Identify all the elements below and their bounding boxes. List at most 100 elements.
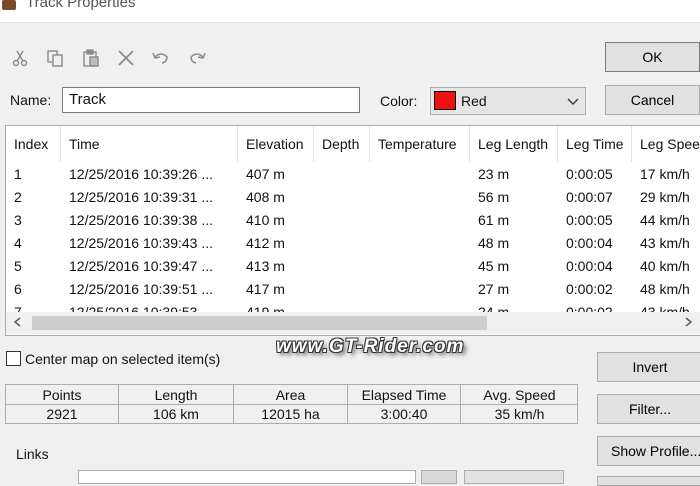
- table-row[interactable]: 4 12/25/2016 10:39:43 ... 412 m 48 m 0:00:04…: [6, 232, 700, 255]
- cut-icon[interactable]: [8, 46, 32, 70]
- stat-header: Points: [6, 385, 118, 405]
- table-header: Index Time Elevation Depth Temperature Leg Le…: [6, 126, 700, 162]
- stat-column: Area 12015 ha: [234, 385, 348, 423]
- column-header[interactable]: Temperature: [370, 126, 470, 162]
- chevron-down-icon: [567, 98, 579, 105]
- table-cell: 17 km/h: [640, 166, 690, 182]
- table-cell: 48 m: [478, 235, 510, 251]
- horizontal-scrollbar[interactable]: [6, 312, 700, 334]
- table-cell: 44 km/h: [640, 212, 690, 228]
- show-profile-button[interactable]: Show Profile...: [597, 436, 700, 466]
- table-row[interactable]: 1 12/25/2016 10:39:26 ... 407 m 23 m 0:00:05…: [6, 163, 700, 186]
- stat-header: Length: [119, 385, 233, 405]
- name-label: Name:: [10, 92, 52, 108]
- stat-column: Avg. Speed 35 km/h: [461, 385, 578, 423]
- table-cell: 6: [14, 281, 22, 297]
- table-cell: 45 m: [478, 258, 510, 274]
- table-cell: [314, 255, 370, 278]
- delete-icon[interactable]: [114, 46, 138, 70]
- table-cell: 2: [14, 189, 22, 205]
- table-cell: 12/25/2016 10:39:47 ...: [69, 258, 214, 274]
- table-cell: 0:00:05: [566, 166, 613, 182]
- table-cell: 12/25/2016 10:39:38 ...: [69, 212, 214, 228]
- table-cell: 4: [14, 235, 22, 251]
- table-row[interactable]: 5 12/25/2016 10:39:47 ... 413 m 45 m 0:00:04…: [6, 255, 700, 278]
- center-map-checkbox[interactable]: [6, 351, 21, 366]
- stat-value: 106 km: [153, 406, 199, 422]
- table-cell: 410 m: [246, 212, 285, 228]
- table-row[interactable]: 2 12/25/2016 10:39:31 ... 408 m 56 m 0:00:07…: [6, 186, 700, 209]
- app-icon: [2, 0, 16, 10]
- table-row[interactable]: 6 12/25/2016 10:39:51 ... 417 m 27 m 0:00:02…: [6, 278, 700, 301]
- scroll-left-icon[interactable]: [12, 316, 24, 328]
- track-points-table[interactable]: Index Time Elevation Depth Temperature Leg Le…: [5, 125, 700, 336]
- table-row[interactable]: 3 12/25/2016 10:39:38 ... 410 m 61 m 0:00:05…: [6, 209, 700, 232]
- links-field[interactable]: [78, 470, 416, 484]
- table-cell: [370, 209, 470, 232]
- stat-header: Area: [234, 385, 347, 405]
- table-cell: [370, 278, 470, 301]
- stat-column: Elapsed Time 3:00:40: [348, 385, 461, 423]
- table-cell: 61 m: [478, 212, 510, 228]
- table-cell: 417 m: [246, 281, 285, 297]
- paste-icon[interactable]: [79, 46, 103, 70]
- track-statistics: Points 2921 Length 106 km Area 12015 ha Elapse…: [5, 384, 578, 424]
- ok-button[interactable]: OK: [605, 42, 700, 72]
- window-title: Track Properties: [26, 0, 136, 11]
- table-cell: 27 m: [478, 281, 510, 297]
- column-header[interactable]: Elevation: [238, 126, 314, 162]
- table-cell: [314, 278, 370, 301]
- table-cell: 12/25/2016 10:39:26 ...: [69, 166, 214, 182]
- column-header[interactable]: Leg Speed: [632, 126, 700, 162]
- scroll-right-icon[interactable]: [682, 316, 694, 328]
- table-cell: 0:00:04: [566, 235, 613, 251]
- redo-icon[interactable]: [185, 46, 209, 70]
- table-cell: [370, 232, 470, 255]
- extra-button[interactable]: [597, 476, 700, 486]
- table-cell: 413 m: [246, 258, 285, 274]
- column-header[interactable]: Leg Length: [470, 126, 558, 162]
- table-cell: 48 km/h: [640, 281, 690, 297]
- table-cell: 56 m: [478, 189, 510, 205]
- undo-icon[interactable]: [149, 46, 173, 70]
- color-select[interactable]: Red: [430, 87, 586, 115]
- table-cell: [314, 186, 370, 209]
- color-label: Color:: [380, 93, 418, 109]
- table-cell: 29 km/h: [640, 189, 690, 205]
- table-cell: 1: [14, 166, 22, 182]
- links-label: Links: [16, 446, 49, 462]
- table-cell: 3: [14, 212, 22, 228]
- stat-value: 12015 ha: [261, 406, 320, 422]
- column-header[interactable]: Time: [61, 126, 238, 162]
- table-cell: 12/25/2016 10:39:51 ...: [69, 281, 214, 297]
- table-cell: 0:00:04: [566, 258, 613, 274]
- table-cell: [314, 163, 370, 186]
- filter-button[interactable]: Filter...: [597, 394, 700, 424]
- table-cell: 0:00:05: [566, 212, 613, 228]
- scrollbar-thumb[interactable]: [32, 316, 487, 330]
- table-cell: 40 km/h: [640, 258, 690, 274]
- table-cell: 23 m: [478, 166, 510, 182]
- links-small-button[interactable]: [421, 470, 457, 484]
- column-header[interactable]: Depth: [314, 126, 370, 162]
- copy-icon[interactable]: [43, 46, 67, 70]
- table-cell: 412 m: [246, 235, 285, 251]
- center-map-label: Center map on selected item(s): [25, 351, 221, 367]
- table-cell: [370, 186, 470, 209]
- table-cell: [370, 163, 470, 186]
- watermark-text: www.GT-Rider.com: [276, 336, 465, 357]
- stat-value: 35 km/h: [494, 406, 545, 422]
- invert-button[interactable]: Invert: [597, 352, 700, 382]
- links-wide-button[interactable]: [464, 470, 564, 484]
- stat-header: Elapsed Time: [348, 385, 460, 405]
- color-select-value: Red: [461, 93, 487, 109]
- table-cell: 12/25/2016 10:39:31 ...: [69, 189, 214, 205]
- name-field[interactable]: Track: [62, 87, 360, 113]
- table-cell: 5: [14, 258, 22, 274]
- table-cell: 407 m: [246, 166, 285, 182]
- column-header[interactable]: Index: [6, 126, 61, 162]
- stat-value: 3:00:40: [380, 406, 428, 422]
- table-cell: [370, 255, 470, 278]
- column-header[interactable]: Leg Time: [558, 126, 632, 162]
- cancel-button[interactable]: Cancel: [605, 85, 700, 115]
